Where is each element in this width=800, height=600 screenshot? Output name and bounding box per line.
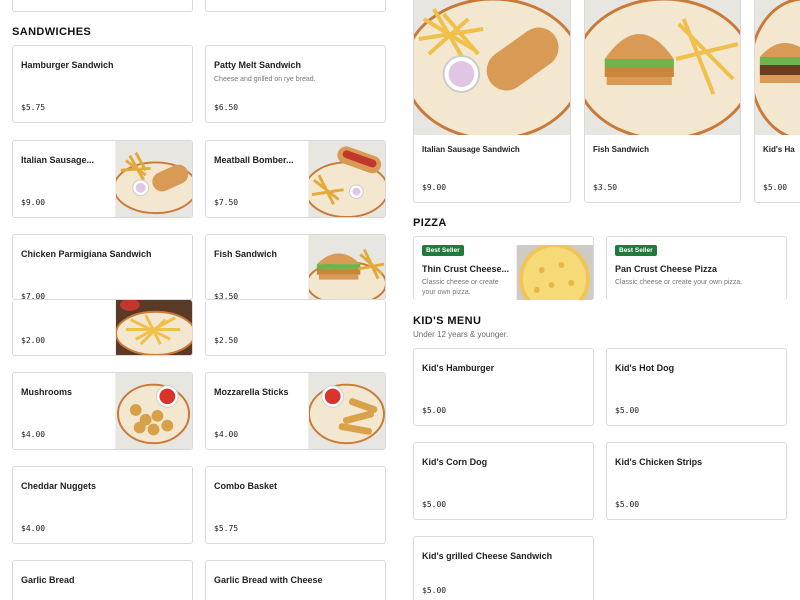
kids-hamburger-photo [755, 0, 800, 135]
item-name: Kid's Chicken Strips [615, 457, 703, 467]
item-name: Mushrooms [21, 387, 73, 397]
item-name: Italian Sausage... [21, 155, 95, 165]
item-price: $5.00 [422, 500, 447, 509]
menu-card[interactable]: Kid's Hamburger $5.00 [413, 348, 594, 426]
item-price: $5.00 [615, 406, 640, 415]
menu-card-partial[interactable] [12, 0, 193, 12]
menu-card[interactable]: Kid's grilled Cheese Sandwich $5.00 [413, 536, 594, 600]
item-name: Kid's grilled Cheese Sandwich [422, 551, 553, 561]
item-price: $4.00 [21, 524, 46, 533]
item-price: $3.50 [593, 183, 618, 192]
menu-card-partial[interactable] [205, 0, 386, 12]
menu-card[interactable]: Mozzarella Sticks $4.00 [205, 372, 386, 450]
meatball-sandwich-photo [308, 141, 385, 217]
menu-card[interactable]: Kid's Hot Dog $5.00 [606, 348, 787, 426]
item-price: $5.00 [615, 500, 640, 509]
item-name: Thin Crust Cheese... [422, 264, 510, 274]
menu-card[interactable]: Patty Melt Sandwich Cheese and grilled o… [205, 45, 386, 123]
item-price: $4.00 [214, 430, 239, 439]
section-title-sandwiches: SANDWICHES [12, 26, 92, 38]
menu-card[interactable]: Garlic Bread [12, 560, 193, 600]
fish-sandwich-photo [585, 0, 740, 135]
item-name: Kid's Corn Dog [422, 457, 488, 467]
item-name: Cheddar Nuggets [21, 481, 97, 491]
item-name: Garlic Bread [21, 575, 75, 585]
menu-card[interactable]: Cheddar Nuggets $4.00 [12, 466, 193, 544]
pizza-photo [516, 245, 593, 300]
item-name: Meatball Bomber... [214, 155, 294, 165]
menu-card[interactable]: Mushrooms $4.00 [12, 372, 193, 450]
item-price: $9.00 [21, 198, 46, 207]
item-name: Kid's Ha [763, 145, 795, 154]
mozzarella-sticks-photo [308, 373, 385, 449]
item-name: Kid's Hot Dog [615, 363, 675, 373]
item-price: $5.75 [21, 103, 46, 112]
item-price: $2.00 [21, 336, 46, 345]
item-price: $5.75 [214, 524, 239, 533]
item-price: $3.50 [214, 292, 239, 300]
item-price: $4.00 [21, 430, 46, 439]
best-seller-badge: Best Seller [422, 245, 464, 256]
sausage-sandwich-photo [414, 0, 570, 135]
section-subtitle: Under 12 years & younger. [413, 330, 509, 339]
item-name: Mozzarella Sticks [214, 387, 289, 397]
item-name: Fish Sandwich [593, 145, 650, 154]
mushrooms-photo [115, 373, 192, 449]
menu-card[interactable]: Combo Basket $5.75 [205, 466, 386, 544]
item-name: Fish Sandwich [214, 249, 278, 259]
item-name: Italian Sausage Sandwich [422, 145, 520, 154]
menu-card[interactable]: $2.50 [205, 300, 386, 356]
menu-card[interactable]: Meatball Bomber... $7.50 [205, 140, 386, 218]
menu-card[interactable]: Kid's Corn Dog $5.00 [413, 442, 594, 520]
menu-card[interactable]: Kid's Chicken Strips $5.00 [606, 442, 787, 520]
item-price: $2.50 [214, 336, 239, 345]
item-price: $6.50 [214, 103, 239, 112]
item-price: $5.00 [422, 586, 447, 595]
item-price: $7.00 [21, 292, 46, 300]
item-name: Kid's Hamburger [422, 363, 495, 373]
menu-card[interactable]: Best Seller Thin Crust Cheese... Classic… [413, 236, 594, 300]
sausage-sandwich-photo [115, 141, 192, 217]
menu-card[interactable]: Best Seller Pan Crust Cheese Pizza Class… [606, 236, 787, 300]
fries-photo [115, 300, 192, 355]
item-description: Cheese and grilled on rye bread. [214, 76, 316, 83]
item-price: $9.00 [422, 183, 447, 192]
featured-card[interactable]: Fish Sandwich $3.50 [584, 0, 741, 203]
fish-sandwich-photo [308, 235, 385, 299]
menu-card[interactable]: Italian Sausage... $9.00 [12, 140, 193, 218]
item-name: Combo Basket [214, 481, 278, 491]
featured-card[interactable]: Kid's Ha $5.00 [754, 0, 800, 203]
item-name: Pan Crust Cheese Pizza [615, 264, 718, 274]
menu-card[interactable]: Fish Sandwich $3.50 [205, 234, 386, 300]
item-description: Classic cheese or create your own pizza. [615, 279, 743, 286]
menu-card[interactable]: $2.00 [12, 300, 193, 356]
item-price: $5.00 [763, 183, 788, 192]
item-name: Garlic Bread with Cheese [214, 575, 323, 585]
item-name: Chicken Parmigiana Sandwich [21, 249, 152, 259]
item-price: $5.00 [422, 406, 447, 415]
section-title-kids: KID'S MENU [413, 315, 482, 327]
item-description: Classic cheese or create your own pizza. [422, 279, 499, 296]
best-seller-badge: Best Seller [615, 245, 657, 256]
item-name: Hamburger Sandwich [21, 60, 114, 70]
menu-card[interactable]: Garlic Bread with Cheese [205, 560, 386, 600]
menu-card[interactable]: Hamburger Sandwich $5.75 [12, 45, 193, 123]
menu-card[interactable]: Chicken Parmigiana Sandwich $7.00 [12, 234, 193, 300]
featured-card[interactable]: Italian Sausage Sandwich $9.00 [413, 0, 571, 203]
item-price: $7.50 [214, 198, 239, 207]
section-title-pizza: PIZZA [413, 217, 447, 229]
item-name: Patty Melt Sandwich [214, 60, 302, 70]
